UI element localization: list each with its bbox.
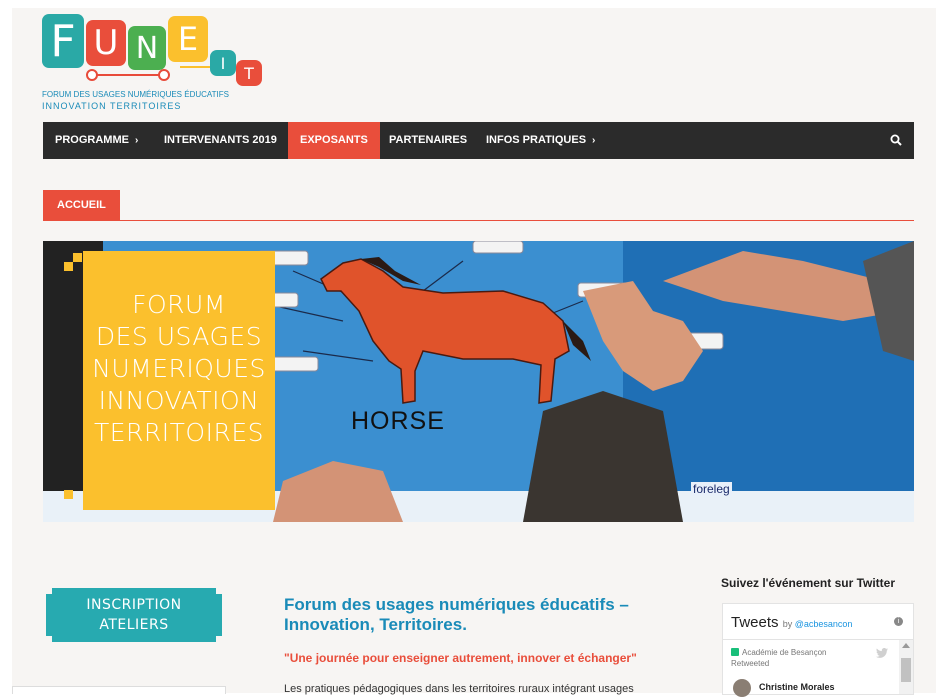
logo-letter-n: N [128, 26, 166, 70]
hero-title-line: TERRITOIRES [93, 418, 265, 447]
button-label: INSCRIPTION [86, 597, 182, 613]
nav-item-label: PROGRAMME [55, 134, 129, 146]
hero-title-line: FORUM [132, 290, 226, 319]
nav-item-exposants[interactable]: EXPOSANTS [288, 122, 380, 159]
twitter-heading: Suivez l'événement sur Twitter [721, 576, 896, 590]
logo-circuit-dot [86, 69, 98, 81]
decor-square [254, 262, 263, 271]
breadcrumb-home-tab[interactable]: ACCUEIL [43, 190, 120, 220]
main-navigation: PROGRAMME › INTERVENANTS 2019 EXPOSANTS P… [43, 122, 914, 159]
logo-circuit-line [92, 74, 168, 76]
avatar[interactable] [733, 679, 751, 697]
button-corner [46, 636, 52, 642]
twitter-scrollbar[interactable] [899, 640, 913, 694]
hero-title-line: INNOVATION [98, 386, 260, 415]
decor-square [64, 490, 73, 499]
decor-square [64, 262, 73, 271]
tweets-by: by @acbesancon [783, 619, 853, 629]
nav-item-label: INFOS PRATIQUES [486, 134, 587, 146]
by-label: by [782, 619, 793, 629]
inscription-ateliers-button[interactable]: INSCRIPTION ATELIERS [46, 588, 222, 642]
retweet-notice: Académie de Besançon Retweeted [731, 647, 861, 669]
scrollbar-thumb[interactable] [901, 658, 911, 682]
retweet-source[interactable]: Académie de Besançon [742, 648, 827, 657]
scroll-up-icon[interactable] [902, 643, 910, 648]
button-corner [216, 636, 222, 642]
logo-letter-u: U [86, 20, 126, 66]
site-logo[interactable]: F U N E I T FORUM DES USAGES NUMÉRIQUES … [42, 14, 262, 114]
info-icon[interactable]: i [894, 617, 903, 626]
button-corner [46, 588, 52, 594]
twitter-widget: Tweets by @acbesancon i Académie de Besa… [722, 603, 914, 697]
decor-square [73, 253, 82, 262]
nav-item-label: PARTENAIRES [389, 134, 468, 146]
logo-letter-e: E [168, 16, 208, 62]
logo-circuit-dot [158, 69, 170, 81]
nav-item-infos-pratiques[interactable]: INFOS PRATIQUES › [486, 122, 595, 159]
nav-item-intervenants[interactable]: INTERVENANTS 2019 [164, 122, 277, 159]
hero-horse-word: HORSE [351, 407, 445, 435]
nav-item-label: INTERVENANTS 2019 [164, 134, 277, 146]
hero-title: FORUM DES USAGES NUMERIQUES INNOVATION T… [83, 289, 275, 449]
nav-item-partenaires[interactable]: PARTENAIRES [389, 122, 467, 159]
tweets-label: Tweets [731, 614, 779, 631]
twitter-bird-icon[interactable] [876, 648, 888, 658]
intro-paragraph: Les pratiques pédagogiques dans les terr… [284, 683, 634, 695]
hero-banner: FORUM DES USAGES NUMERIQUES INNOVATION T… [43, 241, 914, 522]
retweet-label: Retweeted [731, 659, 770, 668]
twitter-widget-title: Tweets by @acbesancon [731, 614, 852, 631]
logo-subtitle: FORUM DES USAGES NUMÉRIQUES ÉDUCATIFS [42, 90, 229, 99]
decor-square [254, 490, 263, 499]
twitter-handle-link[interactable]: @acbesancon [795, 619, 853, 629]
page-title: Forum des usages numériques éducatifs – … [284, 595, 629, 634]
page-tagline: "Une journée pour enseigner autrement, i… [284, 651, 637, 665]
button-label: ATELIERS [99, 617, 169, 633]
nav-item-programme[interactable]: PROGRAMME › [55, 122, 138, 159]
decor-square [263, 271, 272, 280]
tweet-author-name[interactable]: Christine Morales [759, 682, 835, 692]
academy-icon [731, 648, 739, 656]
logo-letter-f: F [42, 14, 84, 68]
hero-title-line: NUMERIQUES [92, 354, 266, 383]
logo-letter-t: T [236, 60, 262, 86]
button-corner [216, 588, 222, 594]
logo-letter-i: I [210, 50, 236, 76]
logo-subtitle-2: INNOVATION TERRITOIRES [42, 101, 182, 111]
breadcrumb-divider [43, 220, 914, 221]
logo-circuit-line [180, 66, 210, 68]
hero-title-line: DES USAGES [95, 322, 263, 351]
chevron-right-icon: › [592, 135, 596, 146]
nav-item-label: EXPOSANTS [300, 134, 368, 146]
search-icon[interactable] [890, 134, 902, 146]
twitter-divider [723, 639, 913, 640]
chevron-right-icon: › [134, 135, 139, 146]
hero-foreleg-word: foreleg [691, 482, 732, 496]
